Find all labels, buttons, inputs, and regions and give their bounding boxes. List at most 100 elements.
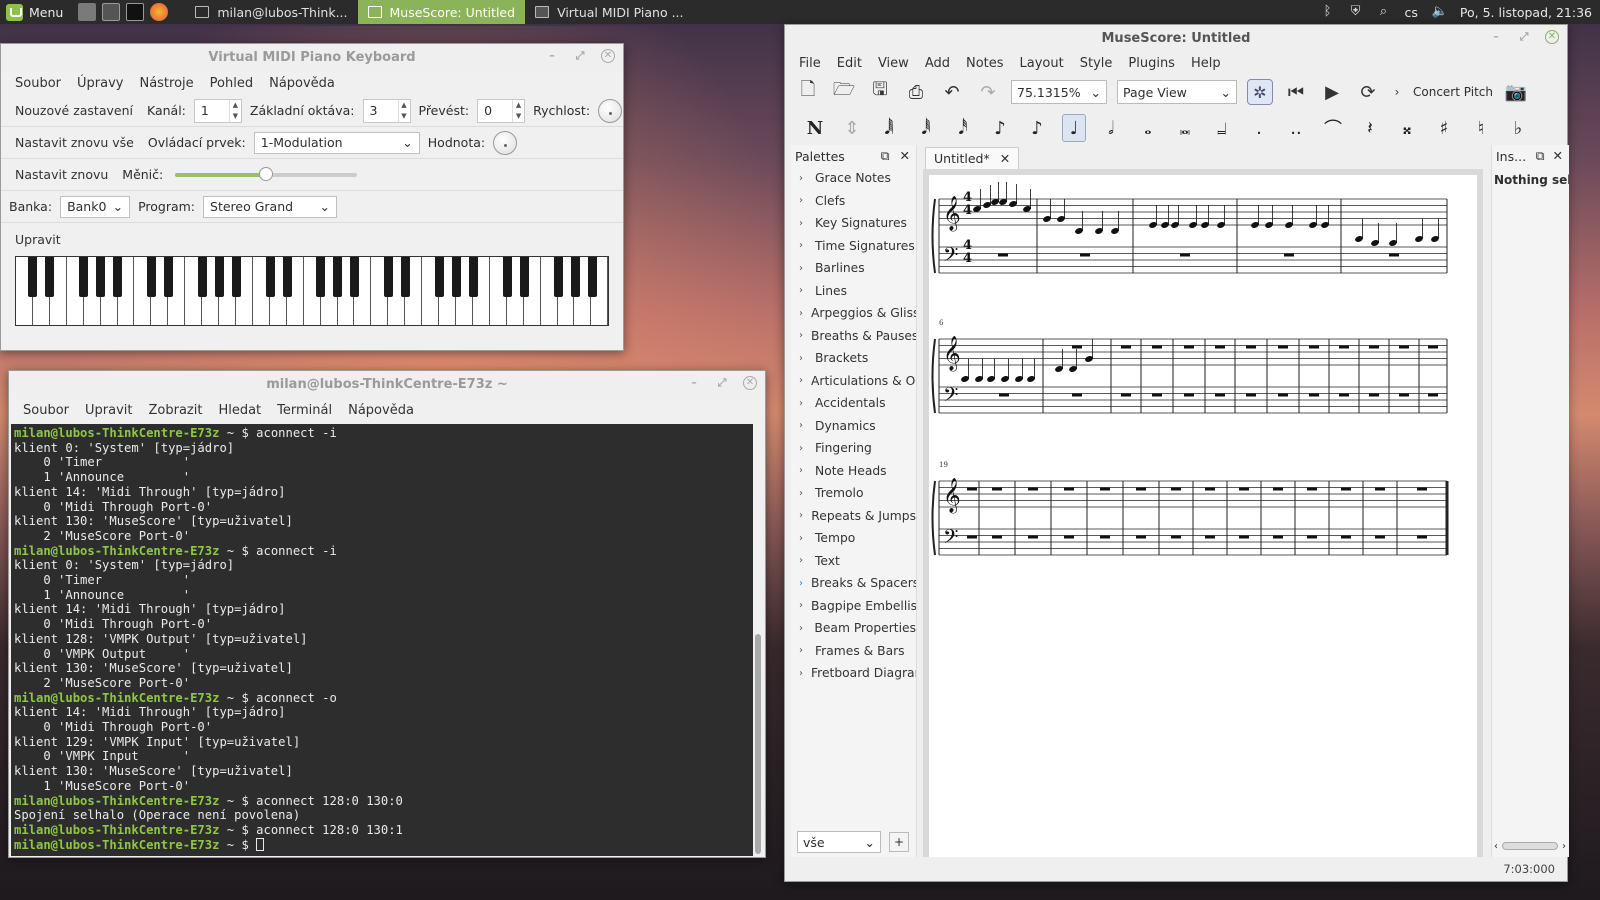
velocity-dial[interactable] [598,98,623,123]
terminal-menu-zobrazit[interactable]: Zobrazit [140,403,210,418]
palette-item[interactable]: › Lines [791,280,916,303]
piano-black-key[interactable] [401,257,411,297]
firefox-launcher-icon[interactable] [150,3,169,21]
keyboard-layout-indicator[interactable]: cs [1405,5,1418,20]
palette-item[interactable]: › Accidentals [791,392,916,415]
spin-arrows-icon[interactable]: ▲ ▼ [228,99,241,122]
terminal-menu-upravit[interactable]: Upravit [77,403,140,418]
palette-item[interactable]: › Fingering [791,437,916,460]
piano-black-key[interactable] [282,257,292,297]
show-desktop-launcher-icon[interactable] [102,3,121,21]
palette-item[interactable]: › Time Signatures [791,235,916,258]
piano-black-key[interactable] [197,257,207,297]
undock-icon[interactable]: ⧉ [1536,148,1545,164]
spin-arrows-icon[interactable]: ▲ ▼ [512,99,524,122]
palette-item[interactable]: › Note Heads [791,460,916,483]
score-tab[interactable]: Untitled* ✕ [925,147,1020,169]
rest-icon[interactable]: 𝄽 [1358,114,1382,142]
terminal-menu-soubor[interactable]: Soubor [15,403,77,418]
double-dot-icon[interactable]: .. [1284,114,1308,142]
piano-black-key[interactable] [333,257,343,297]
ms-menu-edit[interactable]: Edit [829,56,870,71]
palette-item[interactable]: › Barlines [791,257,916,280]
open-folder-icon[interactable]: 🗁 [831,79,857,105]
piano-black-key[interactable] [452,257,462,297]
reset-button[interactable]: Nastavit znovu [9,164,114,185]
close-icon[interactable]: ✕ [1545,30,1559,44]
undo-icon[interactable]: ↶ [939,79,965,105]
midi-input-icon[interactable]: ✲ [1247,79,1273,105]
piano-black-key[interactable] [554,257,564,297]
reset-all-button[interactable]: Nastavit znovu vše [9,132,140,153]
palette-item[interactable]: › Frames & Bars [791,640,916,663]
longa-icon[interactable]: 𝆶 [1210,114,1234,142]
palette-item[interactable]: › Key Signatures [791,212,916,235]
16th-note-icon[interactable]: 𝅘𝅥𝅰 [951,114,975,142]
palette-item[interactable]: › Arpeggios & Glissandos [791,302,916,325]
new-score-icon[interactable]: 🗋 [795,79,821,105]
palette-item[interactable]: › Bagpipe Embellishments [791,595,916,618]
double-whole-note-icon[interactable]: 𝅜 [1173,114,1197,142]
base-octave-spinbox[interactable]: 3 ▲ ▼ [362,98,411,123]
redo-icon[interactable]: ↷ [975,79,1001,105]
note-input-mode-icon[interactable]: N [803,114,827,142]
sharp-icon[interactable]: ♯ [1432,114,1456,142]
close-icon[interactable]: ✕ [1553,148,1563,164]
close-icon[interactable]: ✕ [601,49,615,63]
piano-black-key[interactable] [163,257,173,297]
bluetooth-icon[interactable]: ᛒ [1321,5,1335,19]
quarter-note-icon[interactable]: ♩ [1062,114,1086,142]
vmpk-menu-napoveda[interactable]: Nápověda [261,76,343,91]
vmpk-menu-pohled[interactable]: Pohled [202,76,261,91]
piano-black-key[interactable] [95,257,105,297]
ms-menu-view[interactable]: View [870,56,917,71]
bender-slider-handle[interactable] [259,166,274,181]
minimize-icon[interactable]: – [545,49,559,63]
menu-button[interactable]: Menu [0,0,75,24]
dot-icon[interactable]: . [1247,114,1271,142]
piano-black-key[interactable] [384,257,394,297]
inspector-scrollbar[interactable]: ‹ › [1494,839,1566,853]
task-vmpk[interactable]: Virtual MIDI Piano ... [525,0,693,24]
undock-icon[interactable]: ⧉ [881,148,890,164]
view-mode-select[interactable]: Page View ⌄ [1117,80,1237,104]
maximize-icon[interactable]: ⤢ [715,376,729,390]
ms-menu-plugins[interactable]: Plugins [1120,56,1183,71]
palette-item[interactable]: › Clefs [791,190,916,213]
palette-item[interactable]: › Grace Notes [791,167,916,190]
ms-menu-file[interactable]: File [791,56,829,71]
scroll-right-icon[interactable]: › [1562,841,1566,852]
image-capture-icon[interactable]: 📷 [1503,79,1529,105]
network-icon[interactable]: ⌕ [1377,5,1391,19]
score-canvas[interactable]: 𝄞 𝄢 𝄞 𝄢 𝄞 𝄢 4 4 4 4 6 19 [923,169,1483,857]
palette-item[interactable]: › Breaths & Pauses [791,325,916,348]
palette-item[interactable]: › Breaks & Spacers [791,572,916,595]
palette-item[interactable]: › Beam Properties [791,617,916,640]
palette-item[interactable]: › Articulations & Ornaments [791,370,916,393]
terminal-menu-napoveda[interactable]: Nápověda [340,403,422,418]
volume-icon[interactable]: 🔈 [1432,5,1448,19]
terminal-output[interactable]: milan@lubos-ThinkCentre-E73z ~ $ aconnec… [11,424,753,856]
program-select[interactable]: Stereo Grand ⌄ [203,195,338,218]
eighth-note-alt-icon[interactable]: ♪ [1025,114,1049,142]
ms-menu-layout[interactable]: Layout [1012,56,1072,71]
musescore-titlebar[interactable]: MuseScore: Untitled – ⤢ ✕ [785,25,1567,52]
whole-note-icon[interactable]: 𝅝 [1136,114,1160,142]
piano-keyboard[interactable] [15,256,609,326]
piano-black-key[interactable] [112,257,122,297]
terminal-menu-hledat[interactable]: Hledat [210,403,269,418]
eighth-note-icon[interactable]: ♪ [988,114,1012,142]
vmpk-titlebar[interactable]: Virtual MIDI Piano Keyboard – ⤢ ✕ [1,44,623,71]
ms-menu-notes[interactable]: Notes [958,56,1012,71]
minimize-icon[interactable]: – [1489,30,1503,44]
maximize-icon[interactable]: ⤢ [573,49,587,63]
bank-select[interactable]: Bank0 ⌄ [60,195,131,218]
half-note-icon[interactable]: 𝅗𝅥 [1099,114,1123,142]
loop-icon[interactable]: ⟳ [1355,79,1381,105]
flat-icon[interactable]: ♭ [1506,114,1530,142]
rewind-icon[interactable]: ⏮ [1283,79,1309,105]
concert-pitch-toggle[interactable]: Concert Pitch [1413,85,1493,99]
edit-button[interactable]: Upravit [9,229,67,250]
print-icon[interactable]: ⎙ [903,79,929,105]
play-icon[interactable]: ▶ [1319,79,1345,105]
